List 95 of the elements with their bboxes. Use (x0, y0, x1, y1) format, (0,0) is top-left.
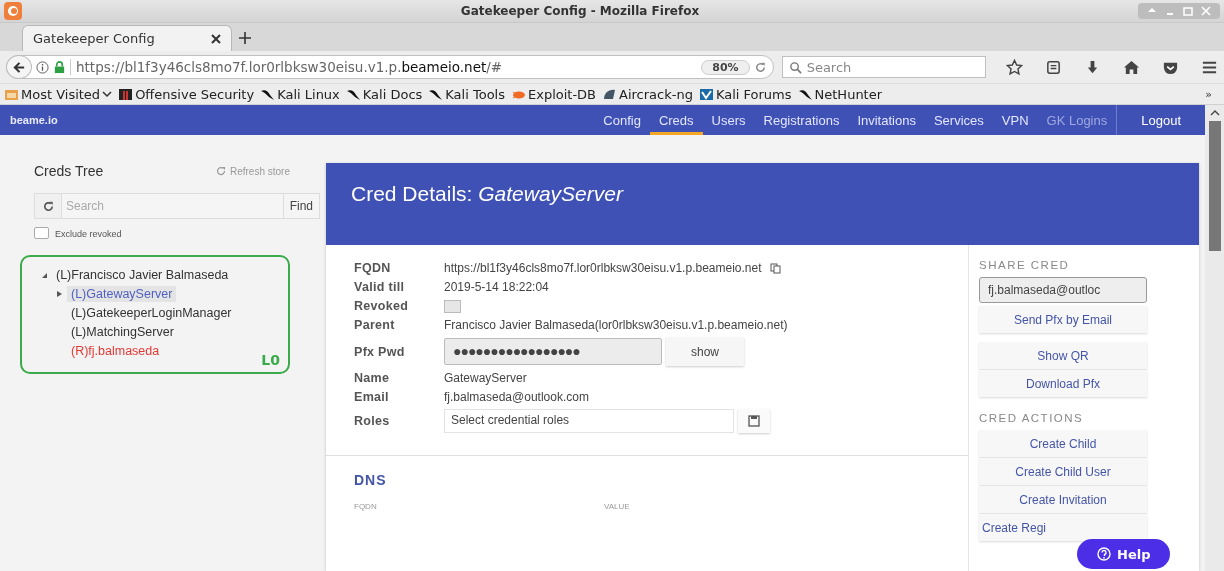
checkbox-label: Exclude revoked (55, 229, 122, 239)
tree-search-field[interactable]: Search Find (34, 193, 320, 219)
find-button[interactable]: Find (282, 194, 319, 218)
field-label: Parent (354, 318, 396, 332)
dragon-icon (797, 87, 813, 101)
field-label: Roles (354, 414, 391, 428)
card-title: Cred Details: GatewayServer (351, 182, 623, 206)
nav-tab[interactable]: Config (594, 105, 650, 135)
scroll-up-icon[interactable] (1209, 109, 1220, 117)
save-button[interactable] (738, 409, 770, 433)
action-button[interactable]: Create Regi (979, 514, 1147, 541)
field-value: Francisco Javier Balmaseda(lor0rlbksw30eisu.v1.p.beameio.net) (444, 318, 788, 332)
field-label: Valid till (354, 280, 406, 294)
field-value: fj.balmaseda@outlook.com (444, 390, 589, 404)
overflow-button[interactable]: » (1205, 87, 1220, 101)
roles-dropdown[interactable]: Select credential roles (444, 409, 734, 433)
nav-tab[interactable]: Creds (649, 105, 703, 135)
field-label: Revoked (354, 299, 410, 313)
section-title: SHARE CRED (979, 259, 1071, 271)
field-value: GatewayServer (444, 371, 527, 385)
dragon-icon (345, 87, 361, 101)
email-field[interactable]: fj.balmaseda@outloc (979, 277, 1147, 303)
window-title: Gatekeeper Config - Mozilla Firefox (459, 4, 701, 18)
nav-tab[interactable]: Services (924, 105, 993, 135)
bookmark-link[interactable]: Offensive Security (118, 86, 255, 102)
panel-title: Creds Tree (34, 163, 104, 179)
browser-tab[interactable]: Gatekeeper Config (22, 25, 232, 51)
bookmark-link[interactable]: Most Visited (4, 86, 113, 102)
forum-icon (698, 87, 714, 101)
section-title: DNS (354, 472, 388, 488)
url-text[interactable]: https://bl1f3y46cls8mo7f.lor0rlbksw30eisu.v1.p.beameio.net/# (70, 59, 698, 75)
action-button[interactable]: Show QR (979, 342, 1147, 369)
field-label: Name (354, 371, 391, 385)
bookmark-link[interactable]: NetHunter (797, 86, 883, 102)
search-icon (788, 60, 802, 74)
action-button[interactable]: Create Child User (979, 458, 1147, 485)
action-button[interactable]: Create Invitation (979, 486, 1147, 513)
column-header: VALUE (604, 502, 631, 511)
tree-item[interactable]: (L)Francisco Javier Balmaseda (52, 266, 233, 283)
section-title: CRED ACTIONS (979, 412, 1085, 424)
dragon-icon (260, 87, 276, 101)
field-label: Pfx Pwd (354, 344, 406, 359)
field-value: https://bl1f3y46cls8mo7f.lor0rlbksw30eisu.v1.p.beameio.net (444, 261, 762, 275)
annotation-label: L0 (261, 352, 280, 368)
folder-icon (4, 87, 19, 101)
bookmark-link[interactable]: Aircrack-ng (602, 86, 693, 102)
firefox-icon (4, 2, 22, 20)
lock-icon[interactable] (53, 60, 66, 74)
zoom-level[interactable]: 80% (701, 59, 750, 75)
bookmark-link[interactable]: Kali Linux (260, 86, 340, 102)
star-icon[interactable] (1006, 58, 1023, 76)
checkbox[interactable] (34, 227, 49, 239)
bookmark-link[interactable]: Kali Docs (345, 86, 423, 102)
help-icon[interactable] (1097, 547, 1111, 561)
chevron-down-icon (102, 89, 113, 99)
checkbox[interactable] (444, 299, 461, 313)
expand-icon[interactable] (55, 289, 63, 298)
scroll-thumb[interactable] (1208, 121, 1221, 251)
action-button[interactable]: Download Pfx (979, 370, 1147, 397)
refresh-icon[interactable] (41, 199, 55, 213)
dragon-icon (428, 87, 444, 101)
close-icon[interactable] (211, 33, 221, 44)
help-button[interactable]: Help (1077, 539, 1171, 569)
tree-item[interactable]: (L)GatekeeperLoginManager (67, 304, 236, 321)
brand-logo[interactable]: beame.io (10, 114, 58, 126)
new-tab-icon[interactable] (238, 31, 252, 45)
bookmark-link[interactable]: Exploit-DB (511, 86, 597, 102)
reading-list-icon[interactable] (1045, 58, 1062, 76)
action-button[interactable]: Create Child (979, 430, 1147, 457)
back-arrow-icon[interactable] (12, 60, 26, 74)
save-icon[interactable] (748, 415, 760, 427)
reload-icon[interactable] (753, 60, 767, 74)
info-icon[interactable] (36, 60, 49, 74)
tree-item[interactable]: (R)fj.balmaseda (67, 342, 164, 359)
field-value: 2019-5-14 18:22:04 (444, 280, 549, 294)
nav-tab[interactable]: Users (702, 105, 755, 135)
send-email-button[interactable]: Send Pfx by Email (979, 306, 1147, 333)
copy-icon[interactable] (769, 262, 781, 274)
tree-item[interactable]: (L)MatchingServer (67, 323, 178, 340)
nav-tab[interactable]: Invitations (848, 105, 925, 135)
show-button[interactable]: show (666, 337, 744, 366)
tree-item[interactable]: (L)GatewayServer (67, 285, 177, 302)
search-field[interactable]: Search (781, 56, 986, 78)
column-header: FQDN (354, 502, 378, 511)
bookmark-link[interactable]: Kali Tools (428, 86, 505, 102)
nav-tab[interactable]: VPN (992, 105, 1038, 135)
field-label: Email (354, 390, 390, 404)
door-icon (118, 87, 134, 101)
home-icon[interactable] (1123, 58, 1140, 76)
bookmark-link[interactable]: Kali Forums (698, 86, 792, 102)
address-bar[interactable]: https://bl1f3y46cls8mo7f.lor0rlbksw30eisu.v1.p.beameio.net/# 80% (6, 55, 774, 79)
nav-tab[interactable]: Registrations (754, 105, 849, 135)
password-field[interactable]: ●●●●●●●●●●●●●●●●● (444, 338, 662, 365)
field-label: FQDN (354, 261, 392, 275)
back-button[interactable] (6, 55, 32, 79)
